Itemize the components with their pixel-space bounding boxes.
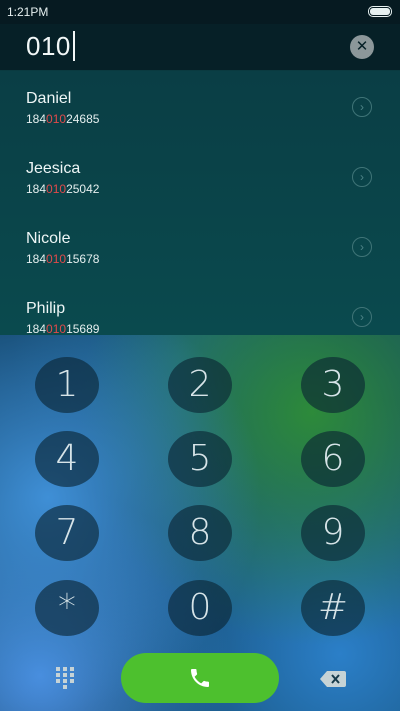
key-5[interactable]: 5 <box>168 431 232 487</box>
text-caret <box>72 31 75 61</box>
chevron-right-icon[interactable]: › <box>352 167 372 187</box>
call-button[interactable] <box>121 653 279 703</box>
key-3[interactable]: 3 <box>301 357 365 413</box>
contact-suggestion-list: Daniel 18401024685 › Jeesica 18401025042… <box>0 71 400 336</box>
status-time: 1:21PM <box>7 5 49 19</box>
close-icon: ✕ <box>355 38 369 55</box>
number-prefix: 184 <box>26 252 47 266</box>
dialed-number-field[interactable]: 010 <box>26 31 75 62</box>
key-7[interactable]: 7 <box>35 505 99 561</box>
number-match: 010 <box>46 112 67 126</box>
contact-number: 18401025042 <box>26 182 99 196</box>
contact-name: Daniel <box>26 90 72 107</box>
battery-icon <box>368 6 392 17</box>
contact-number: 18401015689 <box>26 322 99 336</box>
number-match: 010 <box>46 322 67 336</box>
contact-item[interactable]: Daniel 18401024685 › <box>0 71 400 141</box>
number-match: 010 <box>46 182 67 196</box>
dial-keypad: 1 2 3 4 5 6 7 8 9 * 0 # <box>0 335 400 636</box>
contact-number: 18401024685 <box>26 112 99 126</box>
dial-input-bar: 010 ✕ <box>0 24 400 71</box>
number-suffix: 15678 <box>66 252 100 266</box>
backspace-icon[interactable] <box>320 671 346 687</box>
contact-name: Nicole <box>26 230 71 247</box>
contact-name: Jeesica <box>26 160 81 177</box>
number-match: 010 <box>46 252 67 266</box>
number-prefix: 184 <box>26 182 47 196</box>
key-6[interactable]: 6 <box>301 431 365 487</box>
key-0[interactable]: 0 <box>168 580 232 636</box>
status-bar: 1:21PM <box>0 0 400 24</box>
dialpad-toggle-icon[interactable] <box>56 667 76 689</box>
key-9[interactable]: 9 <box>301 505 365 561</box>
key-2[interactable]: 2 <box>168 357 232 413</box>
number-suffix: 25042 <box>66 182 100 196</box>
clear-input-button[interactable]: ✕ <box>350 35 374 59</box>
number-prefix: 184 <box>26 322 47 336</box>
key-star[interactable]: * <box>35 580 99 636</box>
key-8[interactable]: 8 <box>168 505 232 561</box>
number-suffix: 15689 <box>66 322 100 336</box>
chevron-right-icon[interactable]: › <box>352 237 372 257</box>
contact-number: 18401015678 <box>26 252 99 266</box>
chevron-right-icon[interactable]: › <box>352 307 372 327</box>
chevron-right-icon[interactable]: › <box>352 97 372 117</box>
dialed-number-text: 010 <box>26 31 71 61</box>
contact-item[interactable]: Jeesica 18401025042 › <box>0 141 400 211</box>
number-prefix: 184 <box>26 112 47 126</box>
key-4[interactable]: 4 <box>35 431 99 487</box>
contact-item[interactable]: Nicole 18401015678 › <box>0 211 400 281</box>
contact-name: Philip <box>26 300 66 317</box>
key-1[interactable]: 1 <box>35 357 99 413</box>
number-suffix: 24685 <box>66 112 100 126</box>
key-hash[interactable]: # <box>301 580 365 636</box>
phone-icon <box>191 669 209 687</box>
